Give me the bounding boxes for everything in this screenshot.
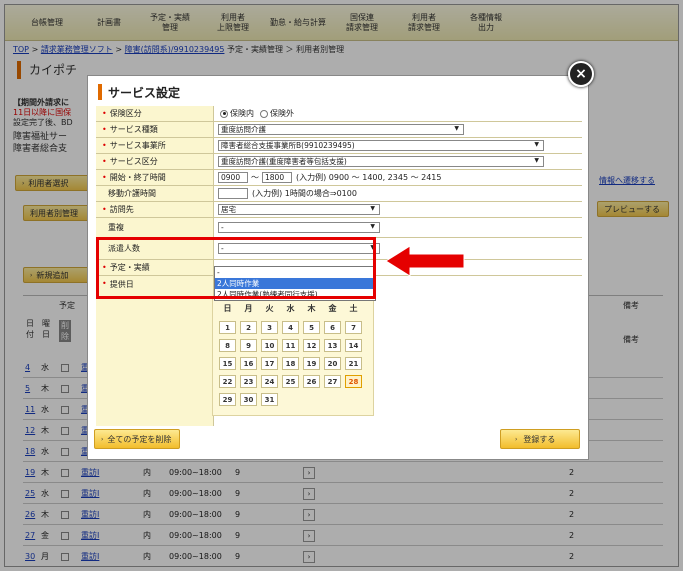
insurance-label: 保険区分: [109, 109, 142, 118]
service-type-label: サービス種類: [109, 125, 158, 134]
calendar-day[interactable]: 27: [324, 375, 341, 388]
calendar-weekday: 水: [286, 304, 295, 313]
calendar-day[interactable]: 19: [303, 357, 320, 370]
calendar-day[interactable]: 23: [240, 375, 257, 388]
calendar-day[interactable]: 5: [303, 321, 320, 334]
close-icon[interactable]: ×: [568, 61, 594, 87]
calendar-day[interactable]: 6: [324, 321, 341, 334]
calendar-day[interactable]: 4: [282, 321, 299, 334]
calendar-day[interactable]: 20: [324, 357, 341, 370]
calendar-day[interactable]: 12: [303, 339, 320, 352]
highlight-box: [96, 237, 376, 299]
calendar-day[interactable]: 26: [303, 375, 320, 388]
chevron-right-icon: ›: [515, 435, 518, 443]
move-time-input[interactable]: [218, 188, 248, 199]
chevron-down-icon: ▼: [370, 223, 375, 230]
calendar-weekday: 火: [265, 304, 274, 313]
category-select[interactable]: 重度訪問介護(重度障害者等包括支援) ▼: [218, 156, 544, 167]
insurance-out-radio[interactable]: [260, 109, 268, 118]
move-hint: (入力例) 1時間の場合⇒0100: [252, 189, 357, 198]
category-value: 重度訪問介護(重度障害者等包括支援): [221, 157, 347, 166]
calendar-day[interactable]: 22: [219, 375, 236, 388]
visit-value: 居宅: [221, 205, 236, 214]
calendar-day[interactable]: 9: [240, 339, 257, 352]
calendar-weekday: 月: [244, 304, 253, 313]
calendar-day[interactable]: 21: [345, 357, 362, 370]
time-label: 開始・終了時間: [109, 173, 166, 182]
move-label: 移動介護時間: [108, 189, 156, 198]
time-sep: ～: [251, 173, 259, 182]
calendar-day[interactable]: 29: [219, 393, 236, 406]
calendar-day[interactable]: 31: [261, 393, 278, 406]
calendar-day[interactable]: 8: [219, 339, 236, 352]
pointer-arrow-icon: [385, 245, 465, 277]
calendar-day[interactable]: 18: [282, 357, 299, 370]
calendar-day[interactable]: 13: [324, 339, 341, 352]
chevron-down-icon: ▼: [454, 125, 459, 132]
offer-date-calendar: 日月火水木金土 1 2 3 4 5 6 7 8 9 10 11 12 13 14 15 16 17 18 19 20 2…: [212, 298, 374, 416]
category-label: サービス区分: [109, 157, 158, 166]
calendar-weekday: 日: [223, 304, 232, 313]
chevron-right-icon: ›: [101, 435, 104, 443]
start-time-input[interactable]: 0900: [218, 172, 248, 183]
calendar-day[interactable]: 15: [219, 357, 236, 370]
calendar-day[interactable]: 17: [261, 357, 278, 370]
insurance-in-label: 保険内: [230, 109, 254, 118]
register-label: 登録する: [523, 434, 556, 444]
calendar-day[interactable]: 14: [345, 339, 362, 352]
calendar-day[interactable]: 7: [345, 321, 362, 334]
overlap-select[interactable]: - ▼: [218, 222, 380, 233]
insurance-in-radio[interactable]: [220, 109, 228, 118]
calendar-weekday: 金: [328, 304, 337, 313]
calendar-day[interactable]: 24: [261, 375, 278, 388]
calendar-day[interactable]: 2: [240, 321, 257, 334]
office-value: 障害者総合支援事業所B(9910239495): [221, 141, 355, 150]
service-type-value: 重度訪問介護: [221, 125, 266, 134]
calendar-day[interactable]: 11: [282, 339, 299, 352]
end-time-input[interactable]: 1800: [262, 172, 292, 183]
office-select[interactable]: 障害者総合支援事業所B(9910239495) ▼: [218, 140, 544, 151]
chevron-down-icon: ▼: [370, 205, 375, 212]
calendar-day[interactable]: 16: [240, 357, 257, 370]
calendar-day[interactable]: 3: [261, 321, 278, 334]
delete-all-button[interactable]: › 全ての予定を削除: [94, 429, 180, 449]
calendar-weekday: 木: [307, 304, 316, 313]
time-hint: (入力例) 0900 ～ 1400, 2345 ～ 2415: [296, 173, 442, 182]
register-button[interactable]: › 登録する: [500, 429, 580, 449]
overlap-label: 重複: [108, 223, 124, 232]
calendar-day[interactable]: 28: [345, 375, 362, 388]
office-label: サービス事業所: [109, 141, 166, 150]
insurance-out-label: 保険外: [270, 109, 294, 118]
calendar-weekday: 土: [349, 304, 358, 313]
visit-select[interactable]: 居宅 ▼: [218, 204, 380, 215]
calendar-day[interactable]: 10: [261, 339, 278, 352]
delete-all-label: 全ての予定を削除: [107, 434, 172, 444]
chevron-down-icon: ▼: [534, 141, 539, 148]
overlap-value: -: [221, 223, 224, 232]
calendar-day[interactable]: 1: [219, 321, 236, 334]
chevron-down-icon: ▼: [534, 157, 539, 164]
modal-title: サービス設定: [98, 84, 180, 100]
calendar-day[interactable]: 30: [240, 393, 257, 406]
visit-label: 訪問先: [109, 205, 134, 214]
calendar-day[interactable]: 25: [282, 375, 299, 388]
service-type-select[interactable]: 重度訪問介護 ▼: [218, 124, 464, 135]
